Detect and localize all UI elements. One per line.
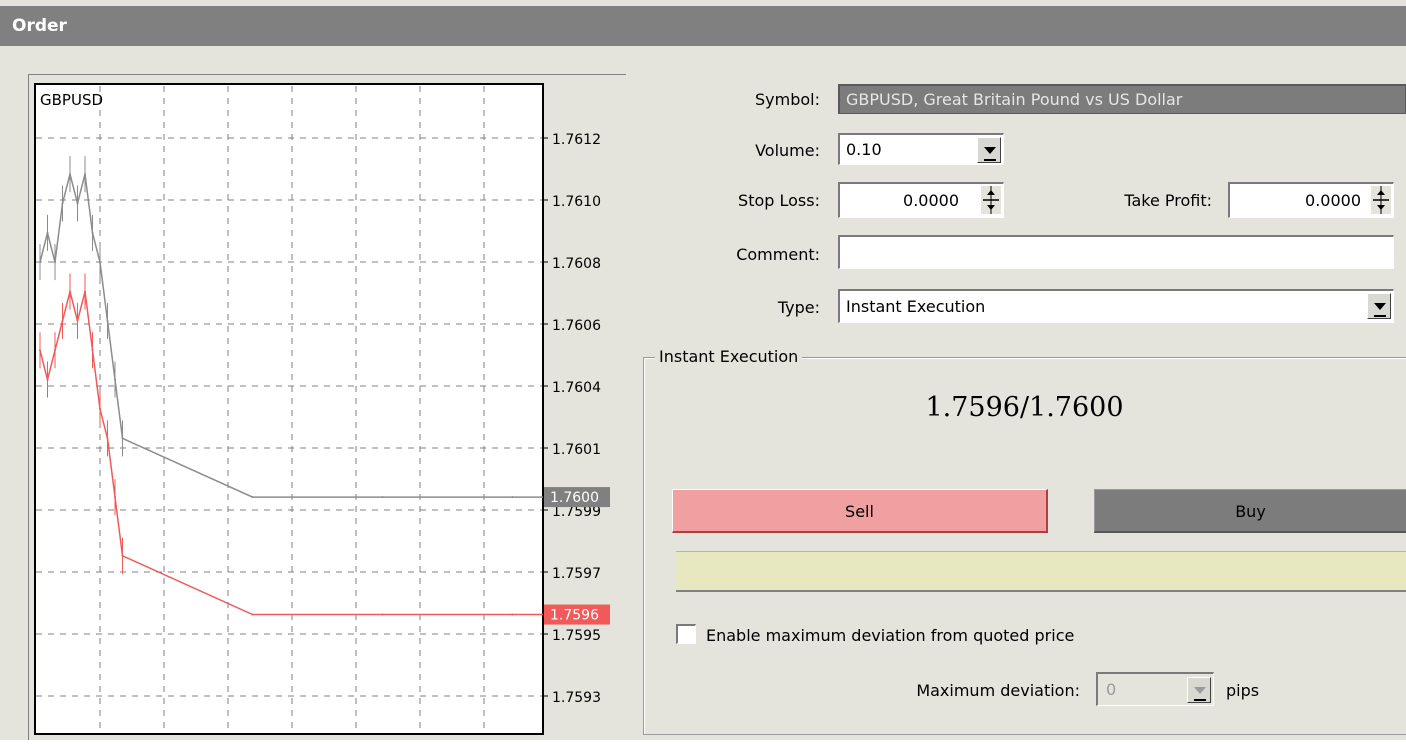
data-point (251, 496, 254, 499)
take-profit-field[interactable]: 0.0000 (1228, 182, 1394, 218)
volume-label: Volume: (755, 141, 820, 160)
data-point (91, 349, 94, 352)
data-point (39, 349, 41, 352)
data-point (511, 613, 514, 616)
data-point (84, 290, 86, 293)
sell-button[interactable]: Sell (672, 489, 1048, 533)
volume-value: 0.10 (846, 140, 882, 159)
data-point (114, 378, 116, 381)
data-point (251, 613, 254, 616)
y-tick-label: 1.7612 (552, 132, 601, 148)
take-profit-spinner-icon[interactable] (1371, 186, 1391, 214)
ask-price-label: 1.7600 (550, 490, 599, 506)
deviation-checkbox-label: Enable maximum deviation from quoted pri… (706, 626, 1075, 645)
symbol-field[interactable]: GBPUSD, Great Britain Pound vs US Dollar (838, 84, 1406, 114)
symbol-label: Symbol: (755, 90, 820, 109)
price-chart: 1.7612 1.7610 1.7608 1.7606 1.7604 1.7601 1.75… (27, 73, 626, 740)
type-combo[interactable]: Instant Execution (838, 289, 1394, 323)
data-point (76, 202, 79, 205)
data-point (121, 437, 124, 440)
max-deviation-label: Maximum deviation: (916, 681, 1080, 700)
window-title: Order (12, 16, 67, 36)
data-point (54, 261, 56, 264)
data-point (511, 496, 514, 499)
stop-loss-value: 0.0000 (903, 191, 959, 210)
type-value: Instant Execution (846, 297, 986, 316)
data-point (541, 613, 543, 616)
max-deviation-combo[interactable]: 0 (1096, 672, 1214, 706)
buy-button[interactable]: Buy (1094, 489, 1406, 533)
data-point (54, 349, 56, 352)
data-point (106, 319, 109, 322)
chart-symbol-label: GBPUSD (40, 91, 103, 109)
data-point (121, 554, 124, 557)
chevron-down-icon (1194, 687, 1206, 701)
take-profit-label: Take Profit: (1124, 191, 1212, 210)
volume-combo[interactable]: 0.10 (838, 133, 1004, 165)
data-point (61, 202, 64, 205)
y-tick-label: 1.7606 (552, 318, 601, 334)
data-point (61, 319, 64, 322)
y-tick-label: 1.7593 (552, 690, 601, 706)
volume-dropdown-button[interactable] (977, 137, 1001, 163)
group-title: Instant Execution (655, 347, 803, 366)
data-point (106, 437, 109, 440)
deviation-checkbox[interactable] (676, 624, 696, 644)
bid-price-label: 1.7596 (550, 608, 599, 624)
pips-label: pips (1226, 681, 1260, 700)
data-point (69, 290, 71, 293)
data-point (114, 496, 116, 499)
chart-svg: 1.7612 1.7610 1.7608 1.7606 1.7604 1.7601 1.75… (27, 73, 626, 740)
data-point (76, 319, 79, 322)
data-point (99, 261, 101, 264)
order-window: Order 1.7612 1.7610 1.7608 1.7606 1.7604 1.76… (0, 0, 1406, 740)
type-dropdown-button[interactable] (1367, 293, 1391, 319)
stop-loss-spinner-icon[interactable] (981, 186, 1001, 214)
data-point (91, 231, 94, 234)
chevron-down-icon (984, 147, 996, 161)
data-point (46, 378, 49, 381)
data-point (381, 496, 384, 499)
type-label: Type: (777, 298, 820, 317)
data-point (84, 173, 86, 176)
title-bar: Order (0, 6, 1406, 46)
y-tick-label: 1.7595 (552, 628, 601, 644)
data-point (39, 261, 41, 264)
chevron-down-icon (1374, 303, 1386, 317)
comment-field[interactable] (838, 235, 1394, 269)
data-point (541, 496, 543, 499)
data-point (69, 173, 71, 176)
y-tick-label: 1.7608 (552, 256, 601, 272)
data-point (381, 613, 384, 616)
max-deviation-dropdown-button[interactable] (1187, 677, 1211, 703)
data-point (46, 231, 49, 234)
y-tick-label: 1.7597 (552, 566, 601, 582)
y-tick-label: 1.7601 (552, 442, 601, 458)
comment-label: Comment: (736, 245, 820, 264)
stop-loss-label: Stop Loss: (738, 191, 820, 210)
status-bar (676, 551, 1406, 592)
quote-display: 1.7596/1.7600 (925, 392, 1124, 423)
data-point (99, 408, 101, 410)
max-deviation-value: 0 (1106, 680, 1117, 699)
stop-loss-field[interactable]: 0.0000 (838, 182, 1004, 218)
take-profit-value: 0.0000 (1305, 191, 1361, 210)
y-tick-label: 1.7610 (552, 194, 601, 210)
symbol-value: GBPUSD, Great Britain Pound vs US Dollar (846, 90, 1183, 109)
y-tick-label: 1.7604 (552, 380, 601, 396)
